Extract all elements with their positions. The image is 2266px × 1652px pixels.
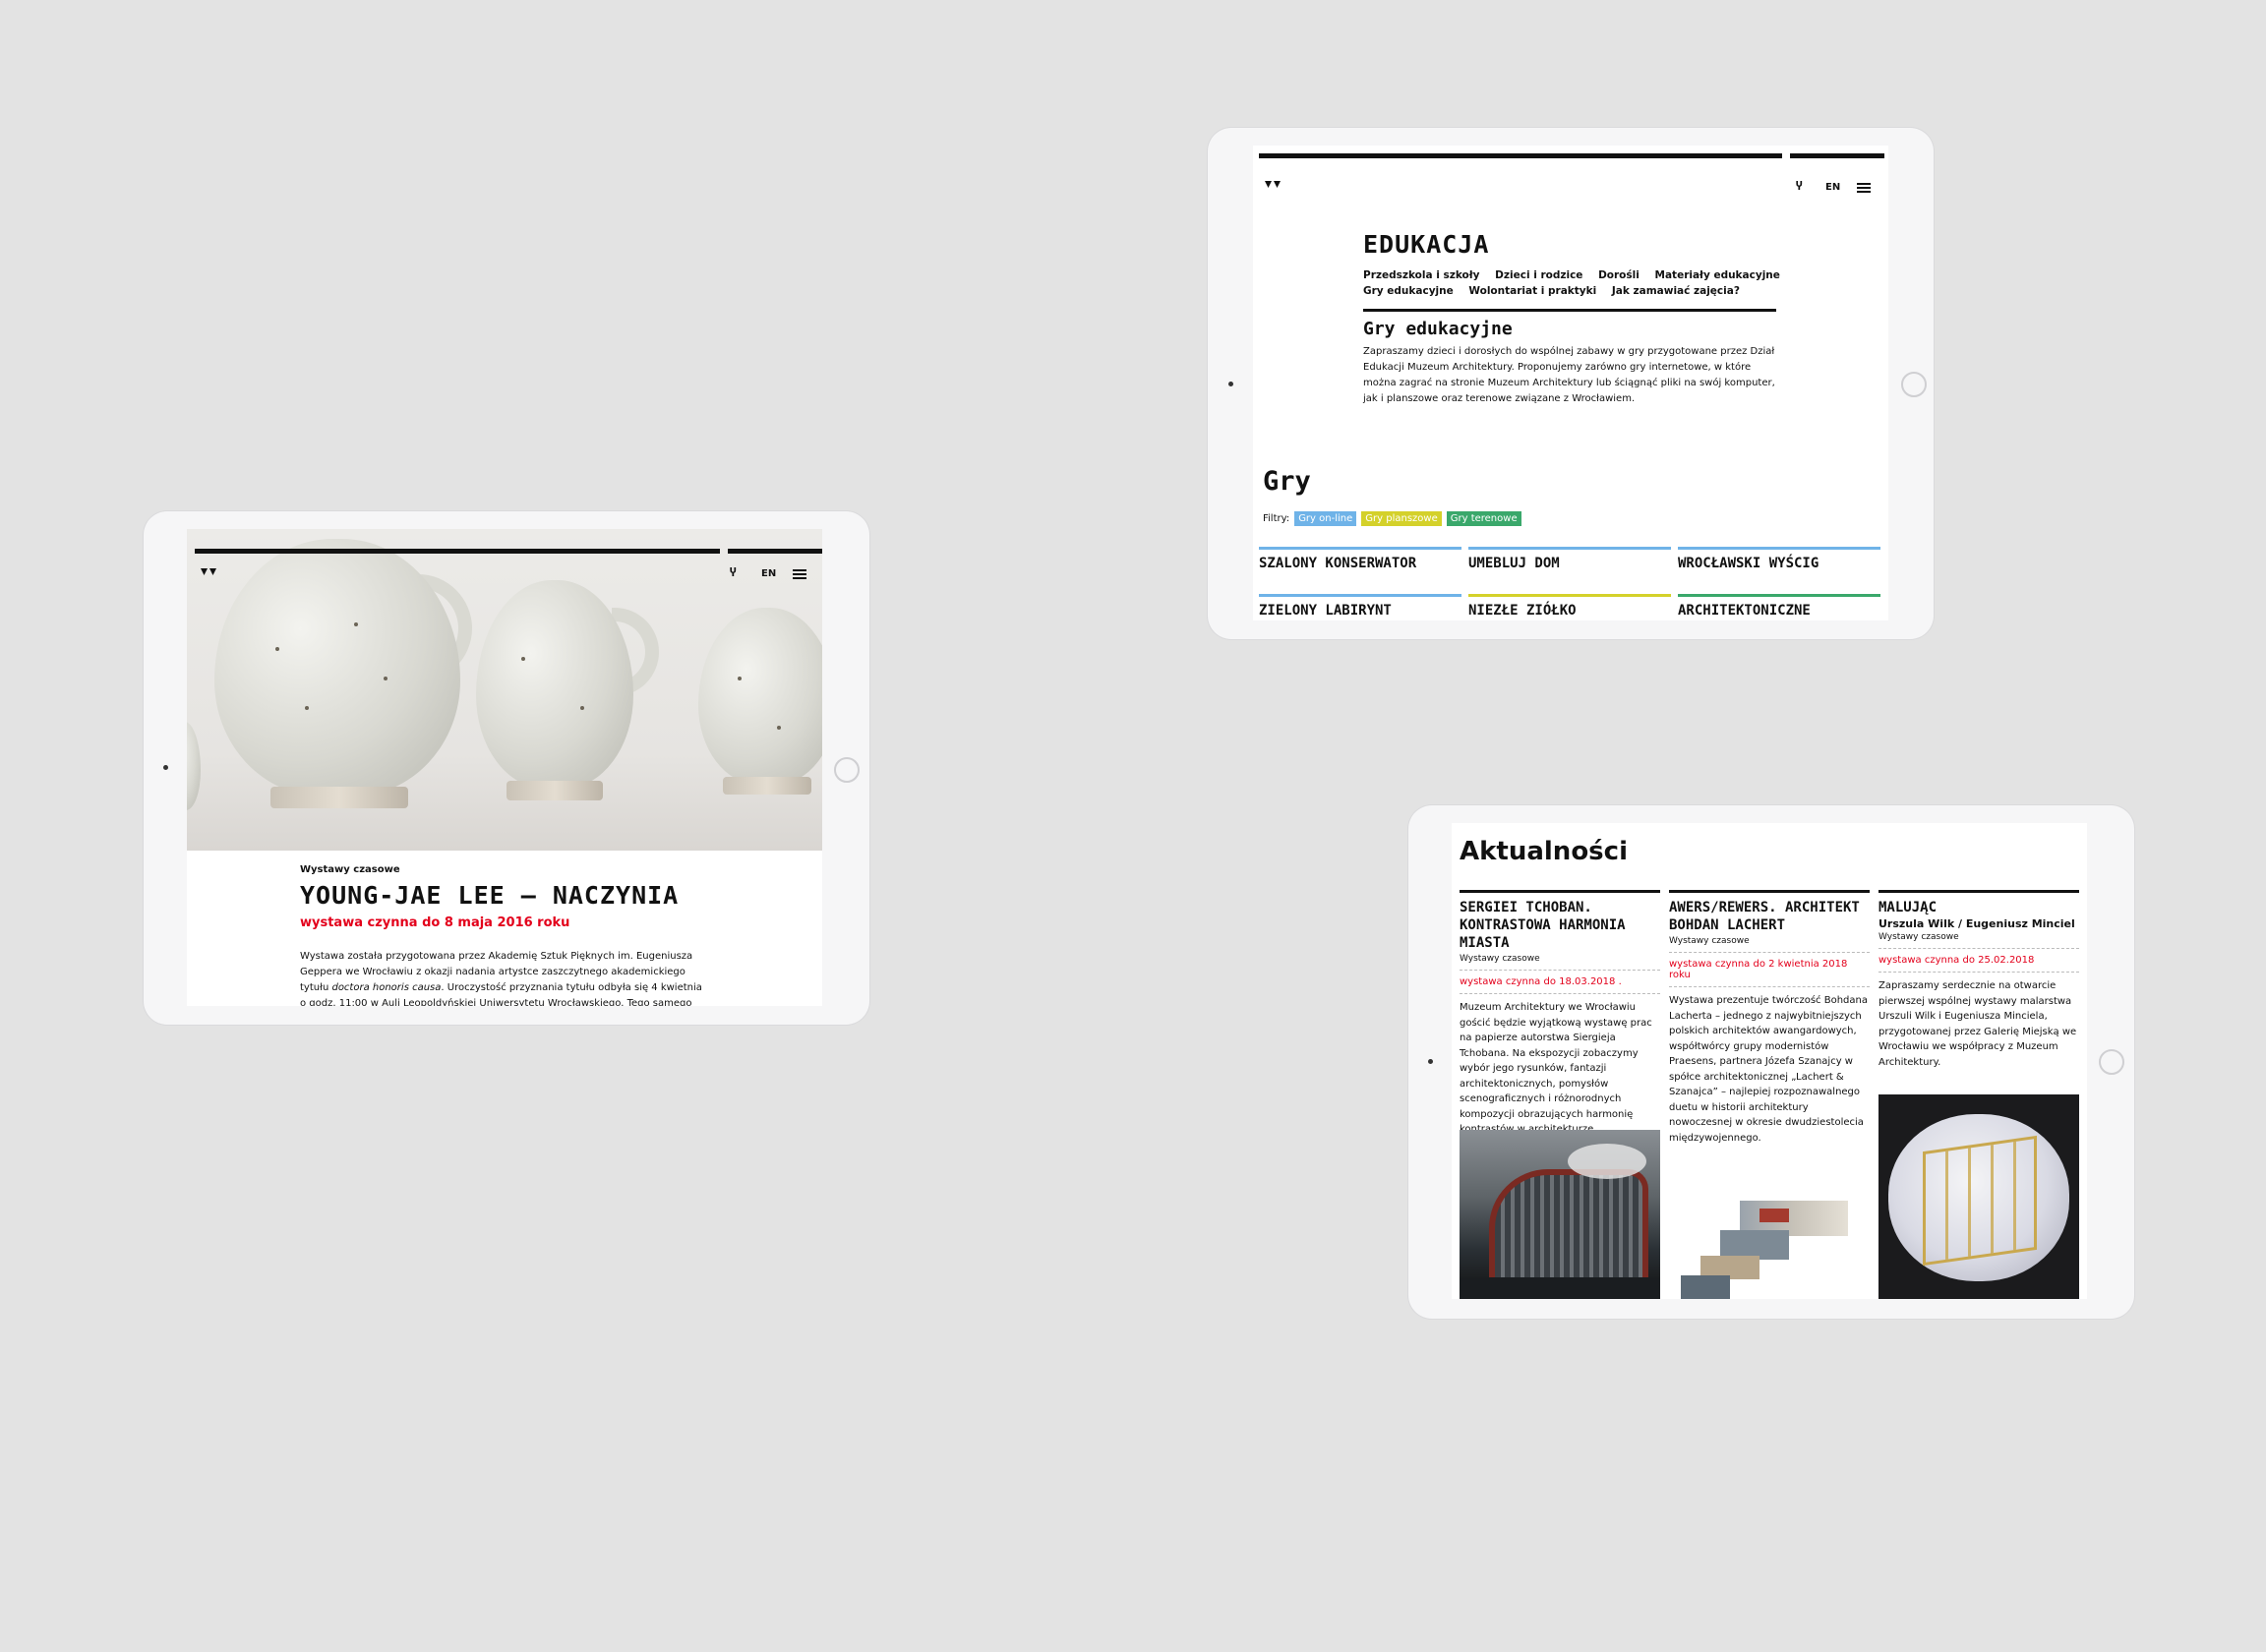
games-title: Gry <box>1263 466 1311 497</box>
game-tile[interactable]: ZIELONY LABIRYNT <box>1259 594 1461 619</box>
top-bar-right <box>728 549 822 554</box>
news-item-author: Urszula Wilk / Eugeniusz Minciel <box>1878 917 2075 930</box>
tablet-news: Aktualności SERGIEI TCHOBAN. KONTRASTOWA… <box>1408 805 2134 1319</box>
page-title: EDUKACJA <box>1363 230 1490 259</box>
news-image[interactable] <box>1681 1201 1858 1299</box>
tablet-edukacja: Ⴤ EN EDUKACJA Przedszkola i szkoły Dziec… <box>1208 128 1934 639</box>
divider <box>1363 309 1776 312</box>
news-item-category: Wystawy czasowe <box>1669 936 1870 953</box>
nav-link[interactable]: Materiały edukacyjne <box>1655 269 1780 281</box>
section-nav: Przedszkola i szkoły Dzieci i rodzice Do… <box>1363 267 1796 299</box>
exhibition-title: YOUNG-JAE LEE – NACZYNIA <box>300 881 680 910</box>
tablet-camera <box>1228 382 1233 386</box>
nav-link[interactable]: Przedszkola i szkoły <box>1363 269 1480 281</box>
game-tile[interactable]: UMEBLUJ DOM <box>1468 547 1671 571</box>
news-item-date: wystawa czynna do 2 kwietnia 2018 roku <box>1669 959 1870 987</box>
news-item-category: Wystawy czasowe <box>1878 932 2079 949</box>
museum-logo[interactable] <box>201 568 216 580</box>
tablet-exhibition: Ⴤ EN Wystawy czasowe YOUNG-JAE LEE – NAC… <box>144 511 869 1025</box>
tablet-camera <box>163 765 168 770</box>
tablet-camera <box>1428 1059 1433 1064</box>
nav-link[interactable]: Dzieci i rodzice <box>1495 269 1582 281</box>
filter-chip-online[interactable]: Gry on-line <box>1294 511 1357 526</box>
filter-chip-field[interactable]: Gry terenowe <box>1446 511 1521 526</box>
accessibility-icon[interactable]: Ⴤ <box>1796 180 1803 193</box>
nav-link[interactable]: Wolontariat i praktyki <box>1468 285 1596 297</box>
museum-logo[interactable] <box>1265 181 1281 193</box>
game-tile[interactable]: SZALONY KONSERWATOR <box>1259 547 1461 571</box>
tablet-home-button <box>1901 372 1927 397</box>
news-item-date: wystawa czynna do 25.02.2018 <box>1878 955 2079 973</box>
exhibition-date: wystawa czynna do 8 maja 2016 roku <box>300 915 570 930</box>
news-image[interactable] <box>1460 1130 1660 1299</box>
language-switch[interactable]: EN <box>1825 182 1840 193</box>
game-tile[interactable]: NIEZŁE ZIÓŁKO <box>1468 594 1671 619</box>
section-text: Zapraszamy dzieci i dorosłych do wspólne… <box>1363 346 1775 404</box>
nav-link[interactable]: Dorośli <box>1598 269 1640 281</box>
news-item-title[interactable]: SERGIEI TCHOBAN. KONTRASTOWA HARMONIA MI… <box>1460 899 1660 952</box>
section-title: Gry edukacyjne <box>1363 319 1513 339</box>
menu-icon[interactable] <box>1857 183 1871 193</box>
game-tile[interactable]: ARCHITEKTONICZNE <box>1678 594 1880 619</box>
news-item[interactable]: AWERS/REWERS. ARCHITEKT BOHDAN LACHERT W… <box>1669 890 1870 1146</box>
filters: Filtry: Gry on-line Gry planszowe Gry te… <box>1263 511 1521 526</box>
nav-link[interactable]: Jak zamawiać zajęcia? <box>1612 285 1740 297</box>
top-bar-right <box>1790 153 1884 158</box>
exhibition-body: Wystawa została przygotowana przez Akade… <box>300 951 702 1006</box>
news-image[interactable] <box>1878 1094 2079 1299</box>
menu-icon[interactable] <box>793 569 806 579</box>
news-title: Aktualności <box>1460 837 1628 866</box>
top-bar <box>195 549 720 554</box>
edukacja-screen: Ⴤ EN EDUKACJA Przedszkola i szkoły Dziec… <box>1253 146 1888 620</box>
news-item[interactable]: SERGIEI TCHOBAN. KONTRASTOWA HARMONIA MI… <box>1460 890 1660 1138</box>
tablet-home-button <box>2099 1049 2124 1075</box>
tablet-home-button <box>834 757 860 783</box>
filters-label: Filtry: <box>1263 513 1290 524</box>
exhibition-category: Wystawy czasowe <box>300 864 400 875</box>
news-screen: Aktualności SERGIEI TCHOBAN. KONTRASTOWA… <box>1452 823 2087 1299</box>
news-item-body: Zapraszamy serdecznie na otwarcie pierws… <box>1878 980 2077 1068</box>
news-item-title[interactable]: MALUJĄC <box>1878 899 2079 916</box>
news-item[interactable]: MALUJĄC Urszula Wilk / Eugeniusz Minciel… <box>1878 890 2079 1070</box>
news-item-body: Wystawa prezentuje twórczość Bohdana Lac… <box>1669 995 1868 1144</box>
nav-link[interactable]: Gry edukacyjne <box>1363 285 1454 297</box>
exhibition-screen: Ⴤ EN Wystawy czasowe YOUNG-JAE LEE – NAC… <box>187 529 822 1006</box>
hero-image <box>187 529 822 851</box>
top-bar <box>1259 153 1782 158</box>
news-item-title[interactable]: AWERS/REWERS. ARCHITEKT BOHDAN LACHERT <box>1669 899 1870 934</box>
news-item-category: Wystawy czasowe <box>1460 954 1660 971</box>
filter-chip-board[interactable]: Gry planszowe <box>1361 511 1442 526</box>
game-tile[interactable]: WROCŁAWSKI WYŚCIG <box>1678 547 1880 571</box>
news-item-body: Muzeum Architektury we Wrocławiu gościć … <box>1460 1002 1652 1135</box>
language-switch[interactable]: EN <box>761 568 776 579</box>
accessibility-icon[interactable]: Ⴤ <box>730 566 737 579</box>
news-item-date: wystawa czynna do 18.03.2018 . <box>1460 976 1660 994</box>
